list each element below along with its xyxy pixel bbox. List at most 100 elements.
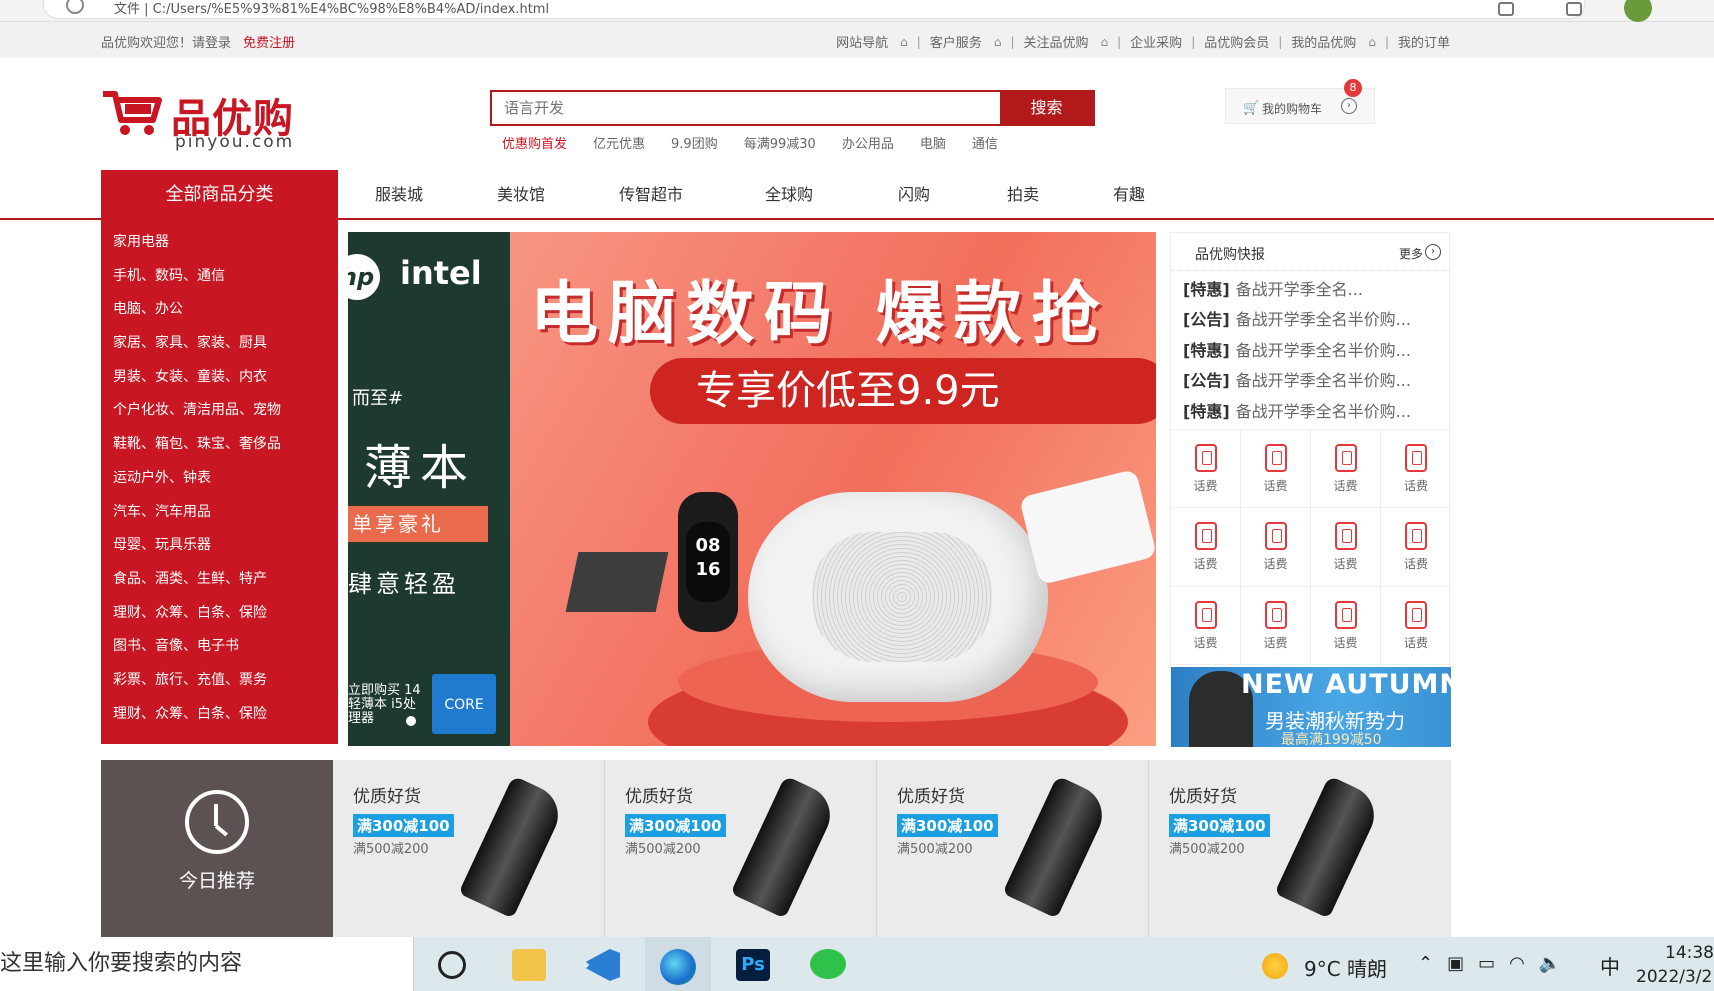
recommend-item[interactable]: 优质好货 满300减100 满500减200 [1149, 760, 1421, 940]
hotword-link[interactable]: 9.9团购 [671, 133, 718, 152]
hotwords: 优惠购首发 亿元优惠 9.9团购 每满99减30 办公用品 电脑 通信 [502, 133, 1024, 152]
chevron-up-icon[interactable]: ⌃ [1418, 953, 1433, 974]
category-item[interactable]: 手机、数码、通信 [101, 260, 338, 294]
news-item[interactable]: [特惠] 备战开学季全名半价购... [1183, 397, 1449, 427]
favorites-icon[interactable] [1498, 2, 1514, 16]
profile-avatar[interactable] [1624, 0, 1652, 22]
taskbar-search[interactable]: 这里输入你要搜索的内容 [0, 937, 414, 991]
task-view-icon[interactable] [438, 951, 466, 979]
news-item[interactable]: [特惠] 备战开学季全名... [1183, 275, 1449, 305]
login-link[interactable]: 品优购欢迎您！请登录 [101, 36, 231, 51]
nav-item[interactable]: 拍卖 [970, 170, 1076, 220]
nav-item[interactable]: 传智超市 [582, 170, 720, 220]
service-item[interactable]: 话费 [1311, 430, 1381, 509]
wifi-icon[interactable]: ◠ [1509, 953, 1525, 974]
category-item[interactable]: 家用电器 [101, 226, 338, 260]
volume-icon[interactable]: 🔈 [1539, 953, 1561, 974]
recommend-item[interactable]: 优质好货 满300减100 满500减200 [333, 760, 605, 940]
register-link[interactable]: 免费注册 [243, 36, 295, 51]
shortcut-link-orders[interactable]: 我的订单 [1398, 32, 1450, 51]
category-item[interactable]: 理财、众筹、白条、保险 [101, 597, 338, 631]
service-item[interactable]: 话费 [1241, 586, 1311, 665]
service-item[interactable]: 话费 [1381, 430, 1451, 509]
search-button[interactable]: 搜索 [1000, 92, 1093, 124]
category-item[interactable]: 鞋靴、箱包、珠宝、奢侈品 [101, 428, 338, 462]
recommend-item[interactable]: 优质好货 满300减100 满500减200 [605, 760, 877, 940]
category-item[interactable]: 图书、音像、电子书 [101, 630, 338, 664]
focus-banner[interactable]: 电脑数码 爆款抢 专享价低至9.9元 08 16 hp intel 而至# 薄本… [348, 232, 1156, 746]
shortcut-link-site-nav[interactable]: 网站导航 [836, 32, 888, 51]
service-item[interactable]: 话费 [1311, 586, 1381, 665]
service-item[interactable]: 话费 [1171, 430, 1241, 509]
hotword-link[interactable]: 亿元优惠 [593, 133, 645, 152]
category-item[interactable]: 汽车、汽车用品 [101, 496, 338, 530]
carousel-dot[interactable] [406, 716, 416, 726]
recommend-item[interactable]: 优质好货 满300减100 满500减200 [877, 760, 1149, 940]
hotword-link[interactable]: 每满99减30 [744, 133, 816, 152]
category-item[interactable]: 食品、酒类、生鲜、特产 [101, 563, 338, 597]
hotword-link[interactable]: 电脑 [920, 133, 946, 152]
weather-sun-icon[interactable] [1262, 953, 1288, 979]
site-logo[interactable]: 品优购 pinyou.com [101, 86, 301, 152]
category-item[interactable]: 理财、众筹、白条、保险 [101, 698, 338, 732]
service-label: 话费 [1333, 635, 1358, 650]
vscode-icon[interactable] [586, 949, 620, 981]
autumn-ad-banner[interactable]: NEW AUTUMN 男装潮秋新势力 最高满199减50 [1171, 667, 1451, 747]
edge-browser-icon[interactable] [660, 949, 696, 985]
item-name: 优质好货 [353, 787, 421, 807]
collections-icon[interactable] [1566, 2, 1582, 16]
nav-item[interactable]: 有趣 [1076, 170, 1182, 220]
category-item[interactable]: 运动户外、钟表 [101, 462, 338, 496]
shortcut-link-customer-service[interactable]: 客户服务 [930, 32, 982, 51]
phone-icon [1335, 600, 1357, 629]
nav-item[interactable]: 全球购 [720, 170, 858, 220]
news-item[interactable]: [公告] 备战开学季全名半价购... [1183, 305, 1449, 335]
nav-item[interactable]: 服装城 [338, 170, 460, 220]
security-icon[interactable]: ▣ [1447, 953, 1464, 974]
news-item[interactable]: [公告] 备战开学季全名半价购... [1183, 366, 1449, 396]
nav-item[interactable]: 闪购 [858, 170, 970, 220]
main-nav: 全部商品分类 服装城 美妆馆 传智超市 全球购 闪购 拍卖 有趣 [0, 170, 1714, 220]
shopping-cart-button[interactable]: 🛒 我的购物车 › 8 [1225, 79, 1375, 124]
category-item[interactable]: 男装、女装、童装、内衣 [101, 361, 338, 395]
service-item[interactable]: 话费 [1381, 508, 1451, 587]
all-categories-button[interactable]: 全部商品分类 [101, 170, 338, 220]
address-bar[interactable]: 文件 | C:/Users/%E5%93%81%E4%BC%98%E8%B4%A… [44, 0, 1584, 18]
weather-text[interactable]: 9°C 晴朗 [1304, 953, 1387, 982]
category-item[interactable]: 电脑、办公 [101, 293, 338, 327]
news-more-link[interactable]: 更多 [1399, 245, 1423, 262]
photoshop-icon[interactable]: Ps [736, 949, 770, 981]
hotword-link[interactable]: 优惠购首发 [502, 133, 567, 152]
shortcut-link-follow[interactable]: 关注品优购 [1023, 32, 1088, 51]
shortcut-link-my-account[interactable]: 我的品优购 [1291, 32, 1356, 51]
wechat-icon[interactable] [810, 949, 846, 979]
banner-text: 立即购买 14轻薄本 i5处理器 [348, 683, 421, 726]
news-item[interactable]: [特惠] 备战开学季全名半价购... [1183, 336, 1449, 366]
clock-time[interactable]: 14:38 [1654, 943, 1714, 963]
search-input[interactable] [492, 92, 1000, 124]
category-item[interactable]: 家居、家具、家装、厨具 [101, 327, 338, 361]
clock-date[interactable]: 2022/3/2 [1636, 967, 1712, 987]
service-label: 话费 [1263, 635, 1288, 650]
ime-indicator[interactable]: 中 [1600, 951, 1620, 980]
info-icon[interactable] [66, 0, 84, 14]
cart-logo-icon [103, 91, 162, 135]
chevron-right-icon[interactable]: › [1425, 244, 1441, 260]
service-item[interactable]: 话费 [1171, 586, 1241, 665]
service-item[interactable]: 话费 [1241, 430, 1311, 509]
hotword-link[interactable]: 办公用品 [842, 133, 894, 152]
hotword-link[interactable]: 通信 [972, 133, 998, 152]
category-item[interactable]: 彩票、旅行、充值、票务 [101, 664, 338, 698]
file-explorer-icon[interactable] [512, 949, 546, 981]
service-item[interactable]: 话费 [1381, 587, 1451, 665]
shortcut-link-enterprise[interactable]: 企业采购 [1130, 32, 1182, 51]
category-item[interactable]: 母婴、玩具乐器 [101, 529, 338, 563]
category-item[interactable]: 个户化妆、清洁用品、宠物 [101, 394, 338, 428]
nav-item[interactable]: 美妆馆 [460, 170, 582, 220]
shortcut-link-member[interactable]: 品优购会员 [1204, 32, 1269, 51]
item-deal: 满500减200 [353, 842, 429, 857]
service-item[interactable]: 话费 [1171, 508, 1241, 587]
service-item[interactable]: 话费 [1241, 508, 1311, 587]
service-item[interactable]: 话费 [1311, 508, 1381, 587]
battery-icon[interactable]: ▭ [1478, 953, 1495, 974]
